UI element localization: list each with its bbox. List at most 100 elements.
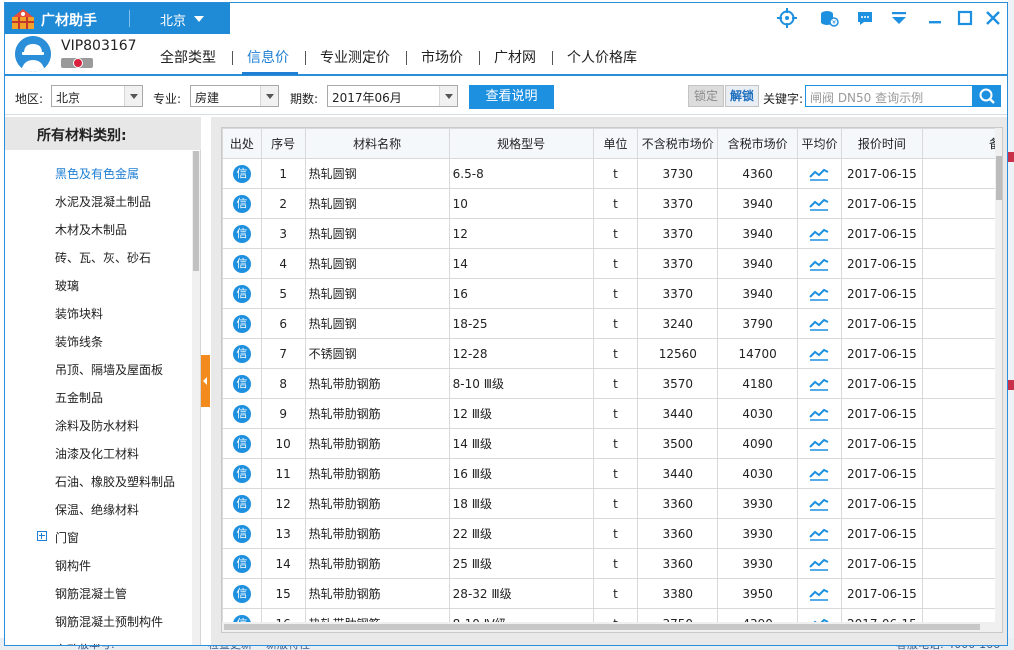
tab-all-types[interactable]: 全部类型 <box>160 47 216 67</box>
table-row[interactable]: 信 1 热轧圆钢 6.5-8 t 3730 4360 2017-06-15 <box>222 158 1002 189</box>
trend-chart-icon[interactable] <box>809 197 829 211</box>
sidebar-item[interactable]: 砖、瓦、灰、砂石 <box>55 249 151 266</box>
trend-chart-icon[interactable] <box>809 587 829 601</box>
trend-chart-icon[interactable] <box>809 497 829 511</box>
table-row[interactable]: 信 11 热轧带肋钢筋 16 Ⅲ级 t 3440 4030 2017-06-15 <box>222 458 1002 489</box>
explain-button[interactable]: 查看说明 <box>469 85 554 109</box>
collapse-sidebar-handle[interactable] <box>201 355 210 407</box>
info-source-badge[interactable]: 信 <box>232 194 251 213</box>
column-header[interactable]: 备 <box>921 128 1002 159</box>
chevron-down-icon[interactable] <box>194 16 204 22</box>
column-header[interactable]: 出处 <box>222 128 262 159</box>
info-source-badge[interactable]: 信 <box>232 284 251 303</box>
sidebar-item[interactable]: 市政构件 <box>55 641 103 645</box>
sidebar-item[interactable]: 保温、绝缘材料 <box>55 501 139 518</box>
lock-button[interactable]: 锁定 <box>688 85 724 107</box>
sidebar-item[interactable]: 水泥及混凝土制品 <box>55 193 151 210</box>
trend-chart-icon[interactable] <box>809 317 829 331</box>
info-source-badge[interactable]: 信 <box>232 314 251 333</box>
info-source-badge[interactable]: 信 <box>232 524 251 543</box>
info-source-badge[interactable]: 信 <box>232 224 251 243</box>
city-selector[interactable]: 北京 <box>160 10 186 29</box>
plus-icon[interactable] <box>37 531 47 541</box>
column-header[interactable]: 序号 <box>260 128 306 159</box>
sidebar-item[interactable]: 门窗 <box>55 529 79 546</box>
close-icon[interactable] <box>983 8 1003 28</box>
sidebar-item[interactable]: 油漆及化工材料 <box>55 445 139 462</box>
sidebar-item[interactable]: 玻璃 <box>55 277 79 294</box>
sidebar-item[interactable]: 涂料及防水材料 <box>55 417 139 434</box>
table-row[interactable]: 信 2 热轧圆钢 10 t 3370 3940 2017-06-15 <box>222 188 1002 219</box>
info-source-badge[interactable]: 信 <box>232 464 251 483</box>
info-source-badge[interactable]: 信 <box>232 164 251 183</box>
minimize-icon[interactable] <box>925 8 945 28</box>
info-source-badge[interactable]: 信 <box>232 404 251 423</box>
tab-professional-price[interactable]: 专业测定价 <box>320 47 390 67</box>
trend-chart-icon[interactable] <box>809 407 829 421</box>
trend-chart-icon[interactable] <box>809 347 829 361</box>
region-select[interactable]: 北京 <box>51 85 143 107</box>
column-header[interactable]: 单位 <box>592 128 639 159</box>
tab-info-price[interactable]: 信息价 <box>247 47 289 67</box>
info-source-badge[interactable]: 信 <box>232 374 251 393</box>
table-row[interactable]: 信 15 热轧带肋钢筋 28-32 Ⅲ级 t 3380 3950 2017-06-15 <box>222 578 1002 609</box>
unlock-button[interactable]: 解锁 <box>725 85 759 107</box>
coins-icon[interactable]: ¥ <box>819 8 839 28</box>
table-row[interactable]: 信 13 热轧带肋钢筋 22 Ⅲ级 t 3360 3930 2017-06-15 <box>222 518 1002 549</box>
table-row[interactable]: 信 12 热轧带肋钢筋 18 Ⅲ级 t 3360 3930 2017-06-15 <box>222 488 1002 519</box>
table-row[interactable]: 信 3 热轧圆钢 12 t 3370 3940 2017-06-15 <box>222 218 1002 249</box>
info-source-badge[interactable]: 信 <box>232 434 251 453</box>
column-header[interactable]: 报价时间 <box>840 128 923 159</box>
table-row[interactable]: 信 5 热轧圆钢 16 t 3370 3940 2017-06-15 <box>222 278 1002 309</box>
table-vertical-scrollbar[interactable] <box>995 128 1002 622</box>
info-source-badge[interactable]: 信 <box>232 494 251 513</box>
specialty-select[interactable]: 房建 <box>190 85 279 107</box>
column-header[interactable]: 材料名称 <box>304 128 450 159</box>
info-source-badge[interactable]: 信 <box>232 254 251 273</box>
trend-chart-icon[interactable] <box>809 227 829 241</box>
sidebar-item[interactable]: 钢构件 <box>55 557 91 574</box>
column-header[interactable]: 规格型号 <box>448 128 594 159</box>
sidebar-item[interactable]: 钢筋混凝土预制构件 <box>55 613 163 630</box>
table-row[interactable]: 信 4 热轧圆钢 14 t 3370 3940 2017-06-15 <box>222 248 1002 279</box>
tab-market-price[interactable]: 市场价 <box>421 47 463 67</box>
period-select[interactable]: 2017年06月 <box>327 85 458 107</box>
column-header[interactable]: 不含税市场价 <box>637 128 719 159</box>
sidebar-item[interactable]: 装饰块料 <box>55 305 103 322</box>
column-header[interactable]: 平均价 <box>797 128 842 159</box>
table-row[interactable]: 信 9 热轧带肋钢筋 12 Ⅲ级 t 3440 4030 2017-06-15 <box>222 398 1002 429</box>
sidebar-item[interactable]: 钢筋混凝土管 <box>55 585 127 602</box>
sidebar-item[interactable]: 五金制品 <box>55 389 103 406</box>
trend-chart-icon[interactable] <box>809 257 829 271</box>
sidebar-item[interactable]: 石油、橡胶及塑料制品 <box>55 473 175 490</box>
trend-chart-icon[interactable] <box>809 527 829 541</box>
avatar[interactable] <box>15 36 51 72</box>
sidebar-scrollbar[interactable] <box>192 151 200 645</box>
info-source-badge[interactable]: 信 <box>232 584 251 603</box>
sidebar-item[interactable]: 木材及木制品 <box>55 221 127 238</box>
sidebar-item[interactable]: 装饰线条 <box>55 333 103 350</box>
table-row[interactable]: 信 7 不锈圆钢 12-28 t 12560 14700 2017-06-15 <box>222 338 1002 369</box>
trend-chart-icon[interactable] <box>809 287 829 301</box>
table-horizontal-scrollbar[interactable] <box>222 622 1002 632</box>
info-source-badge[interactable]: 信 <box>232 344 251 363</box>
keyword-input[interactable]: 闸阀 DN50 查询示例 <box>805 85 973 107</box>
column-header[interactable]: 含税市场价 <box>717 128 799 159</box>
target-icon[interactable] <box>777 8 797 28</box>
message-icon[interactable] <box>855 8 875 28</box>
table-row[interactable]: 信 14 热轧带肋钢筋 25 Ⅲ级 t 3360 3930 2017-06-15 <box>222 548 1002 579</box>
trend-chart-icon[interactable] <box>809 167 829 181</box>
trend-chart-icon[interactable] <box>809 467 829 481</box>
maximize-icon[interactable] <box>955 8 975 28</box>
sidebar-item[interactable]: 黑色及有色金属 <box>55 165 139 182</box>
sidebar-item[interactable]: 吊顶、隔墙及屋面板 <box>55 361 163 378</box>
dropdown-icon[interactable] <box>889 8 909 28</box>
trend-chart-icon[interactable] <box>809 557 829 571</box>
table-row[interactable]: 信 10 热轧带肋钢筋 14 Ⅲ级 t 3500 4090 2017-06-15 <box>222 428 1002 459</box>
table-row[interactable]: 信 6 热轧圆钢 18-25 t 3240 3790 2017-06-15 <box>222 308 1002 339</box>
trend-chart-icon[interactable] <box>809 437 829 451</box>
search-button[interactable] <box>973 85 1001 107</box>
trend-chart-icon[interactable] <box>809 377 829 391</box>
table-row[interactable]: 信 8 热轧带肋钢筋 8-10 Ⅲ级 t 3570 4180 2017-06-15 <box>222 368 1002 399</box>
tab-personal-price-library[interactable]: 个人价格库 <box>567 47 637 67</box>
